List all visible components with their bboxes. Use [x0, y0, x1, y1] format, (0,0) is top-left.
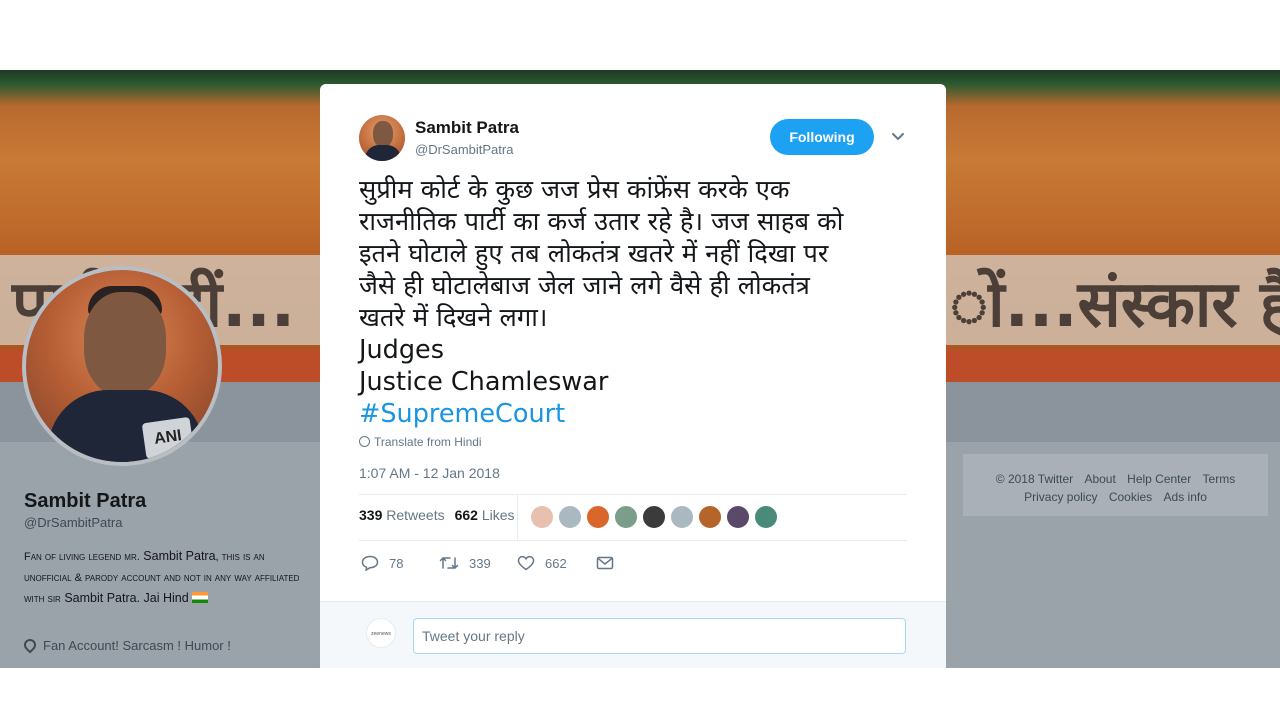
tweet-text: सुप्रीम कोर्ट के कुछ जज प्रेस कांफ्रेंस … — [359, 174, 919, 430]
bio-name-2: Sambit Patra — [64, 591, 137, 605]
stats-divider — [517, 494, 518, 540]
bio-name-1: Sambit Patra — [143, 549, 216, 563]
reply-action[interactable]: 78 — [361, 555, 404, 572]
tweet-timestamp[interactable]: 1:07 AM - 12 Jan 2018 — [359, 465, 500, 481]
profile-bio: Fan of living legend mr. Sambit Patra, t… — [24, 546, 304, 609]
divider — [359, 494, 907, 495]
liker-avatar[interactable] — [558, 505, 582, 529]
divider — [359, 540, 907, 541]
liker-avatar[interactable] — [530, 505, 554, 529]
like-action[interactable]: 662 — [517, 555, 567, 571]
tweet-author-avatar[interactable] — [359, 115, 405, 161]
profile-name[interactable]: Sambit Patra — [24, 490, 146, 513]
ani-mic-logo: ANI — [141, 416, 195, 460]
likes-stat[interactable]: 662 Likes — [455, 507, 515, 523]
footer-link-help[interactable]: Help Center — [1127, 472, 1191, 486]
bio-text-1: Fan of living legend mr. — [24, 551, 140, 563]
retweets-stat[interactable]: 339 Retweets — [359, 507, 445, 523]
message-action[interactable] — [596, 555, 624, 570]
twitter-page: पार्टी नहीं... ों...संस्कार है ANI Sambi… — [0, 0, 1280, 720]
translate-label: Translate from Hindi — [374, 435, 482, 449]
tweet-modal: Sambit Patra @DrSambitPatra Following सु… — [320, 84, 946, 668]
tweet-text-line: सुप्रीम कोर्ट के कुछ जज प्रेस कांफ्रेंस … — [359, 175, 790, 205]
footer-link-privacy[interactable]: Privacy policy — [1024, 490, 1097, 504]
reply-icon — [361, 555, 379, 572]
profile-location-text: Fan Account! Sarcasm ! Humor ! — [43, 638, 231, 653]
globe-icon — [359, 436, 370, 447]
retweet-icon — [439, 556, 459, 570]
liker-avatar[interactable] — [698, 505, 722, 529]
likes-count: 662 — [454, 507, 478, 523]
profile-location: Fan Account! Sarcasm ! Humor ! — [21, 636, 231, 654]
profile-handle[interactable]: @DrSambitPatra — [24, 515, 122, 530]
reply-bar: zeenews — [320, 601, 946, 668]
footer-links: © 2018 Twitter About Help Center Terms P… — [963, 454, 1268, 516]
tweet-text-line: जैसे ही घोटालेबाज जेल जाने लगे वैसे ही ल… — [359, 271, 810, 301]
liker-avatar[interactable] — [754, 505, 778, 529]
likes-label: Likes — [481, 507, 515, 523]
heart-icon — [517, 555, 535, 571]
liker-avatar[interactable] — [586, 505, 610, 529]
reply-user-avatar[interactable]: zeenews — [366, 618, 396, 648]
footer-link-about[interactable]: About — [1084, 472, 1115, 486]
footer-link-cookies[interactable]: Cookies — [1109, 490, 1152, 504]
hashtag-link[interactable]: #SupremeCourt — [359, 398, 919, 430]
tweet-text-line: खतरे में दिखने लगा। — [359, 303, 548, 333]
retweet-action[interactable]: 339 — [439, 555, 491, 571]
tweet-text-line: राजनीतिक पार्टी का कर्ज उतार रहे है। जज … — [359, 207, 844, 237]
liker-avatar[interactable] — [614, 505, 638, 529]
location-pin-icon — [21, 636, 39, 654]
india-flag-icon — [191, 592, 208, 603]
footer-link-ads[interactable]: Ads info — [1164, 490, 1207, 504]
bottom-margin — [0, 668, 1280, 720]
retweet-count: 339 — [469, 556, 491, 571]
bio-text-3: . Jai Hind — [136, 591, 189, 605]
tweet-text-line: Judges — [359, 335, 445, 365]
following-button[interactable]: Following — [770, 119, 874, 155]
footer-link-copyright[interactable]: © 2018 Twitter — [996, 472, 1073, 486]
profile-avatar[interactable]: ANI — [22, 266, 222, 466]
envelope-icon — [596, 556, 614, 570]
reply-count: 78 — [389, 556, 404, 571]
chevron-down-icon[interactable] — [890, 128, 906, 144]
retweets-count: 339 — [359, 507, 383, 523]
liker-avatars — [530, 505, 782, 529]
banner-text-right: ों...संस्कार है — [950, 268, 1280, 342]
tweet-text-line: इतने घोटाले हुए तब लोकतंत्र खतरे में नही… — [359, 239, 829, 269]
reply-input[interactable] — [413, 618, 906, 654]
like-count: 662 — [545, 556, 567, 571]
liker-avatar[interactable] — [726, 505, 750, 529]
tweet-author-handle[interactable]: @DrSambitPatra — [415, 142, 513, 157]
tweet-text-line: Justice Chamleswar — [359, 367, 609, 397]
retweets-label: Retweets — [386, 507, 445, 523]
footer-link-terms[interactable]: Terms — [1203, 472, 1236, 486]
translate-link[interactable]: Translate from Hindi — [359, 435, 482, 449]
tweet-author-name[interactable]: Sambit Patra — [415, 118, 519, 138]
liker-avatar[interactable] — [670, 505, 694, 529]
liker-avatar[interactable] — [642, 505, 666, 529]
tweet-stats: 339 Retweets 662 Likes — [359, 507, 515, 523]
